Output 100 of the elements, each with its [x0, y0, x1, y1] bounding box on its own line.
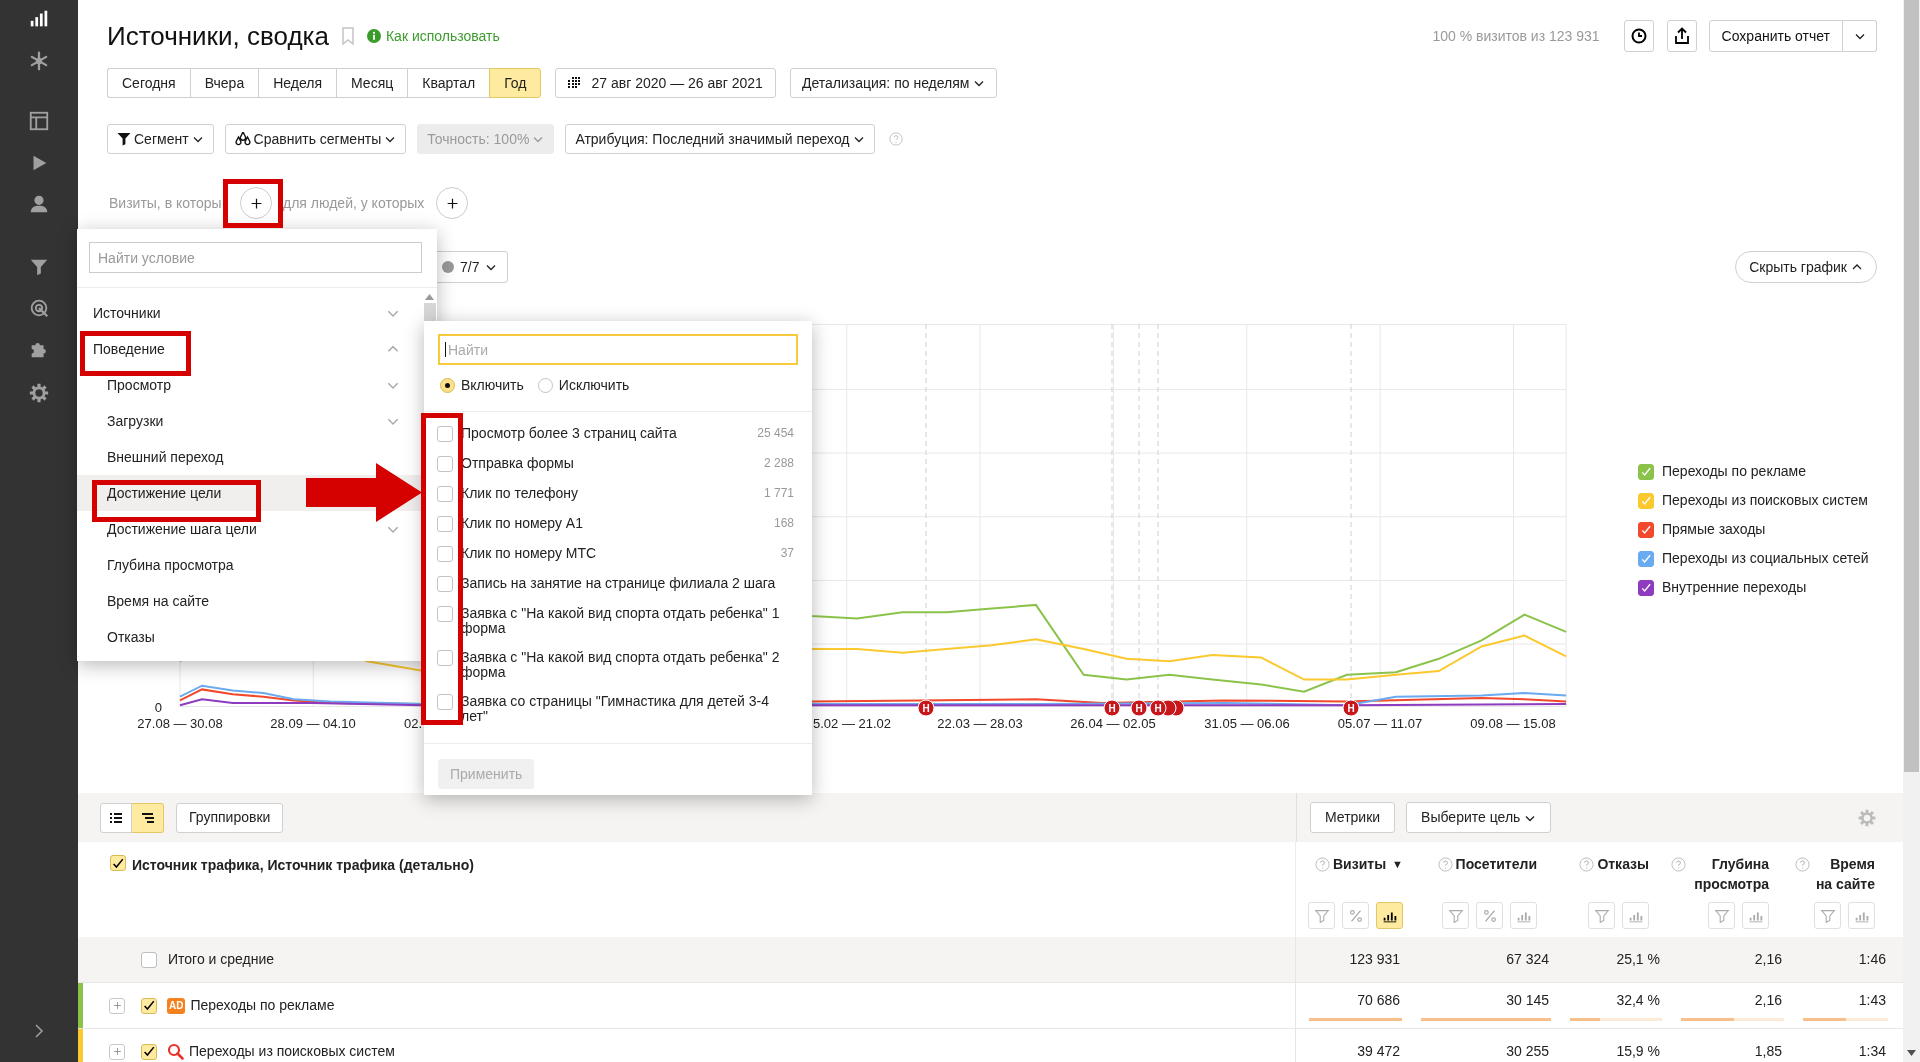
checkbox[interactable]: [141, 997, 157, 1014]
column-header[interactable]: Визиты: [1333, 854, 1387, 874]
percent-button[interactable]: [1476, 902, 1503, 929]
help-icon[interactable]: [1795, 857, 1810, 872]
goal-label[interactable]: Отправка формы: [461, 456, 756, 471]
layout-icon[interactable]: [28, 110, 50, 132]
radio-label[interactable]: Включить: [461, 374, 524, 396]
goal-label[interactable]: Заявка со страницы "Гимнастика для детей 3-4 лет": [461, 694, 794, 724]
scroll-down-icon[interactable]: [1907, 1050, 1916, 1056]
legend-label[interactable]: Переходы по рекламе: [1662, 461, 1807, 482]
row-label[interactable]: Переходы по рекламе: [190, 995, 335, 1016]
event-marker[interactable]: Н: [1342, 699, 1360, 717]
legend-checkbox[interactable]: [1638, 550, 1654, 567]
radio-button[interactable]: [440, 377, 455, 393]
help-icon[interactable]: [1579, 857, 1595, 872]
checkbox[interactable]: [437, 516, 453, 532]
save-report-button[interactable]: Сохранить отчет: [1708, 20, 1843, 52]
column-header[interactable]: Время на сайте: [1813, 854, 1875, 894]
add-condition-button[interactable]: [240, 187, 272, 219]
period-tab[interactable]: Квартал: [407, 68, 490, 98]
checkbox[interactable]: [437, 694, 453, 710]
period-tab[interactable]: Год: [489, 68, 542, 98]
settings-icon[interactable]: [28, 382, 50, 404]
goal-label[interactable]: Заявка с "На какой вид спорта отдать ребенка" 1 форма: [461, 606, 794, 636]
checkbox[interactable]: [437, 546, 453, 562]
bookmark-icon[interactable]: [340, 27, 355, 45]
checkbox[interactable]: [437, 426, 453, 442]
column-header[interactable]: Глубина просмотра: [1689, 854, 1769, 894]
column-header[interactable]: Отказы: [1597, 854, 1649, 874]
segment-control[interactable]: Сегмент: [107, 124, 214, 154]
search-field[interactable]: Найти условие: [89, 242, 422, 273]
checkbox[interactable]: [437, 650, 453, 666]
metrics-button[interactable]: Метрики: [1310, 802, 1396, 833]
help-icon[interactable]: [888, 132, 903, 146]
save-options-button[interactable]: [1843, 20, 1877, 52]
scroll-up-icon[interactable]: [425, 294, 434, 300]
checkbox[interactable]: [437, 456, 453, 472]
groupings-button[interactable]: Группировки: [176, 802, 284, 833]
checkbox[interactable]: [437, 576, 453, 592]
column-header[interactable]: Посетители: [1455, 854, 1537, 874]
target-icon[interactable]: [28, 297, 50, 319]
control-text: Точность: 100%: [427, 129, 530, 149]
help-icon[interactable]: [1315, 857, 1330, 872]
legend-checkbox[interactable]: [1638, 521, 1654, 538]
checkbox[interactable]: [141, 1043, 157, 1060]
period-tab[interactable]: Сегодня: [107, 68, 190, 98]
sort-indicator[interactable]: ▼: [1392, 854, 1403, 874]
tree-view-button[interactable]: [132, 802, 164, 833]
help-icon[interactable]: [1671, 857, 1686, 872]
checkbox[interactable]: [437, 606, 453, 622]
history-button[interactable]: [1623, 20, 1654, 52]
help-link[interactable]: Как использовать: [385, 25, 500, 47]
event-marker[interactable]: Н: [1149, 699, 1167, 717]
scroll-thumb[interactable]: [1904, 0, 1919, 772]
period-tab[interactable]: Неделя: [258, 68, 337, 98]
menu-item[interactable]: Загрузки: [77, 403, 437, 439]
search-field[interactable]: Найти: [438, 334, 798, 365]
filter-button[interactable]: [1588, 902, 1615, 929]
list-view-button[interactable]: [100, 802, 132, 833]
asterisk-icon[interactable]: [28, 50, 50, 72]
detail-select[interactable]: Детализация: по неделям: [789, 68, 998, 98]
legend-checkbox[interactable]: [1638, 463, 1654, 480]
legend-label[interactable]: Прямые заходы: [1662, 519, 1766, 540]
radio-label[interactable]: Исключить: [558, 374, 630, 396]
menu-item[interactable]: Поведение: [77, 331, 437, 367]
help-icon[interactable]: [1437, 857, 1453, 872]
row-label[interactable]: Переходы из поисковых систем: [189, 1041, 395, 1062]
filter-button[interactable]: [1442, 902, 1469, 929]
period-tab[interactable]: Месяц: [336, 68, 408, 98]
goal-label[interactable]: Запись на занятие на странице филиала 2 шага: [461, 576, 794, 591]
checkbox[interactable]: [110, 855, 126, 871]
percent-button[interactable]: [1342, 902, 1369, 929]
chevron-right-icon[interactable]: [33, 1024, 45, 1038]
event-marker[interactable]: Н: [1130, 699, 1148, 717]
legend-label[interactable]: Внутренние переходы: [1662, 577, 1807, 598]
expand-button[interactable]: [109, 997, 125, 1014]
legend-label[interactable]: Переходы из поисковых систем: [1662, 490, 1868, 511]
filter-button[interactable]: [1308, 902, 1335, 929]
menu-item[interactable]: Источники: [77, 295, 437, 331]
period-tab[interactable]: Вчера: [189, 68, 259, 98]
goal-select[interactable]: Выберите цель: [1406, 802, 1552, 833]
segment-control[interactable]: Сравнить сегменты: [224, 124, 407, 154]
user-icon[interactable]: [28, 193, 50, 215]
date-range-button[interactable]: 27 авг 2020 — 26 авг 2021: [555, 68, 776, 98]
checkbox[interactable]: [141, 951, 157, 968]
menu-item[interactable]: Просмотр: [77, 367, 437, 403]
event-marker[interactable]: Н: [917, 699, 935, 717]
event-marker[interactable]: Н: [1103, 699, 1121, 717]
legend-label[interactable]: Переходы из социальных сетей: [1662, 548, 1869, 569]
export-button[interactable]: [1666, 20, 1697, 52]
chart-button[interactable]: [1376, 902, 1403, 929]
expand-button[interactable]: [109, 1043, 125, 1060]
filter-button[interactable]: [1814, 902, 1841, 929]
checkbox[interactable]: [437, 486, 453, 502]
goal-label[interactable]: Заявка с "На какой вид спорта отдать ребенка" 2 форма: [461, 650, 794, 680]
legend-checkbox[interactable]: [1638, 579, 1654, 596]
filter-button[interactable]: [1708, 902, 1735, 929]
segment-control[interactable]: Атрибуция: Последний значимый переход: [565, 124, 875, 154]
radio-button[interactable]: [537, 377, 553, 393]
add-condition-button[interactable]: [436, 187, 468, 219]
